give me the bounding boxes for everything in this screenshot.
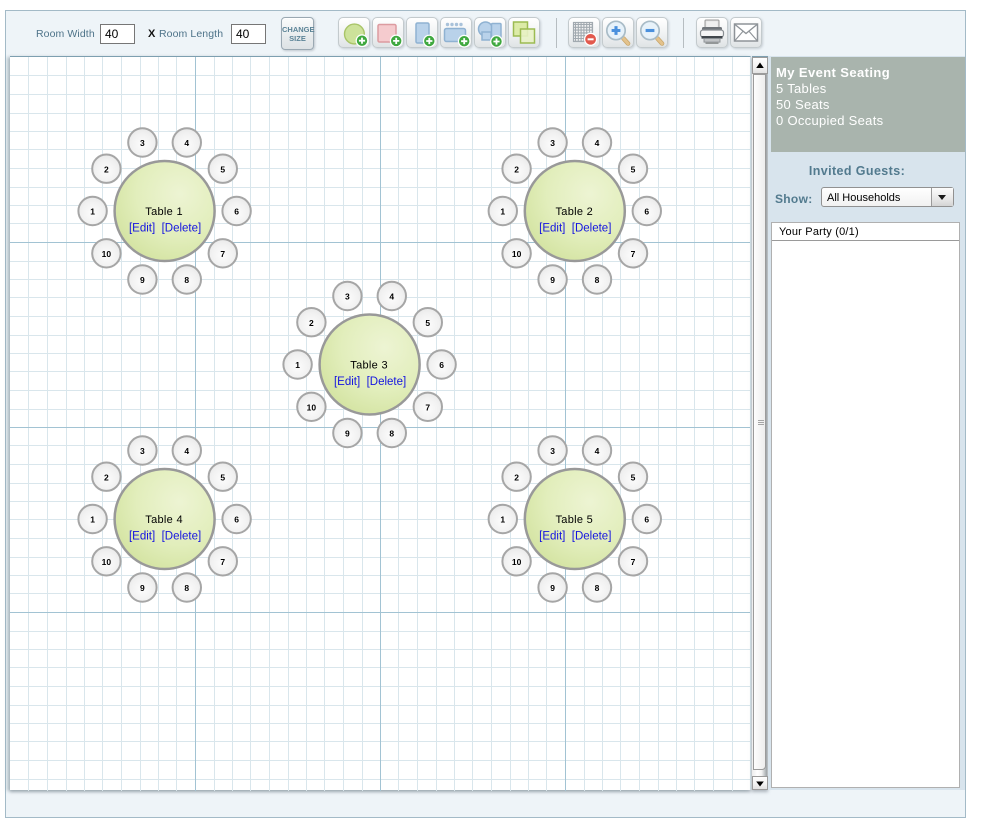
svg-text:[Edit] [Delete]: [Edit] [Delete] (539, 531, 611, 543)
svg-text:9: 9 (550, 583, 555, 593)
svg-text:Table 1: Table 1 (145, 206, 183, 218)
svg-text:Table 4: Table 4 (145, 514, 183, 526)
svg-text:8: 8 (184, 275, 189, 285)
svg-text:9: 9 (550, 275, 555, 285)
svg-text:[Edit] [Delete]: [Edit] [Delete] (129, 531, 201, 543)
svg-text:6: 6 (644, 207, 649, 217)
svg-text:1: 1 (90, 515, 95, 525)
svg-text:6: 6 (439, 360, 444, 370)
svg-text:8: 8 (595, 275, 600, 285)
svg-text:7: 7 (631, 557, 636, 567)
svg-text:4: 4 (389, 292, 394, 302)
svg-text:4: 4 (184, 138, 189, 148)
svg-text:[Edit] [Delete]: [Edit] [Delete] (334, 376, 406, 388)
svg-text:3: 3 (550, 446, 555, 456)
svg-text:5: 5 (631, 164, 636, 174)
svg-text:9: 9 (140, 275, 145, 285)
svg-text:4: 4 (184, 446, 189, 456)
svg-text:4: 4 (595, 446, 600, 456)
svg-text:6: 6 (644, 515, 649, 525)
svg-text:9: 9 (345, 429, 350, 439)
svg-text:Table 5: Table 5 (556, 514, 594, 526)
svg-text:5: 5 (631, 472, 636, 482)
svg-text:2: 2 (514, 164, 519, 174)
svg-text:1: 1 (500, 515, 505, 525)
svg-text:3: 3 (345, 292, 350, 302)
svg-text:3: 3 (140, 138, 145, 148)
svg-text:9: 9 (140, 583, 145, 593)
svg-text:8: 8 (595, 583, 600, 593)
svg-text:2: 2 (104, 164, 109, 174)
svg-text:3: 3 (550, 138, 555, 148)
svg-text:10: 10 (102, 557, 112, 567)
svg-text:7: 7 (631, 249, 636, 259)
svg-text:5: 5 (425, 318, 430, 328)
svg-text:7: 7 (425, 402, 430, 412)
svg-text:3: 3 (140, 446, 145, 456)
svg-text:7: 7 (220, 249, 225, 259)
svg-text:6: 6 (234, 207, 239, 217)
svg-text:1: 1 (500, 207, 505, 217)
svg-text:6: 6 (234, 515, 239, 525)
svg-text:4: 4 (595, 138, 600, 148)
svg-text:7: 7 (220, 557, 225, 567)
svg-text:2: 2 (104, 472, 109, 482)
svg-text:[Edit] [Delete]: [Edit] [Delete] (539, 223, 611, 235)
svg-text:Table 2: Table 2 (556, 206, 594, 218)
svg-text:8: 8 (184, 583, 189, 593)
svg-text:5: 5 (220, 472, 225, 482)
svg-text:2: 2 (309, 318, 314, 328)
svg-text:[Edit] [Delete]: [Edit] [Delete] (129, 223, 201, 235)
svg-text:1: 1 (90, 207, 95, 217)
svg-text:10: 10 (307, 402, 317, 412)
svg-text:2: 2 (514, 472, 519, 482)
svg-text:5: 5 (220, 164, 225, 174)
svg-text:8: 8 (389, 429, 394, 439)
svg-text:10: 10 (512, 249, 522, 259)
svg-text:10: 10 (102, 249, 112, 259)
svg-text:1: 1 (295, 360, 300, 370)
svg-text:10: 10 (512, 557, 522, 567)
svg-text:Table 3: Table 3 (350, 360, 388, 372)
